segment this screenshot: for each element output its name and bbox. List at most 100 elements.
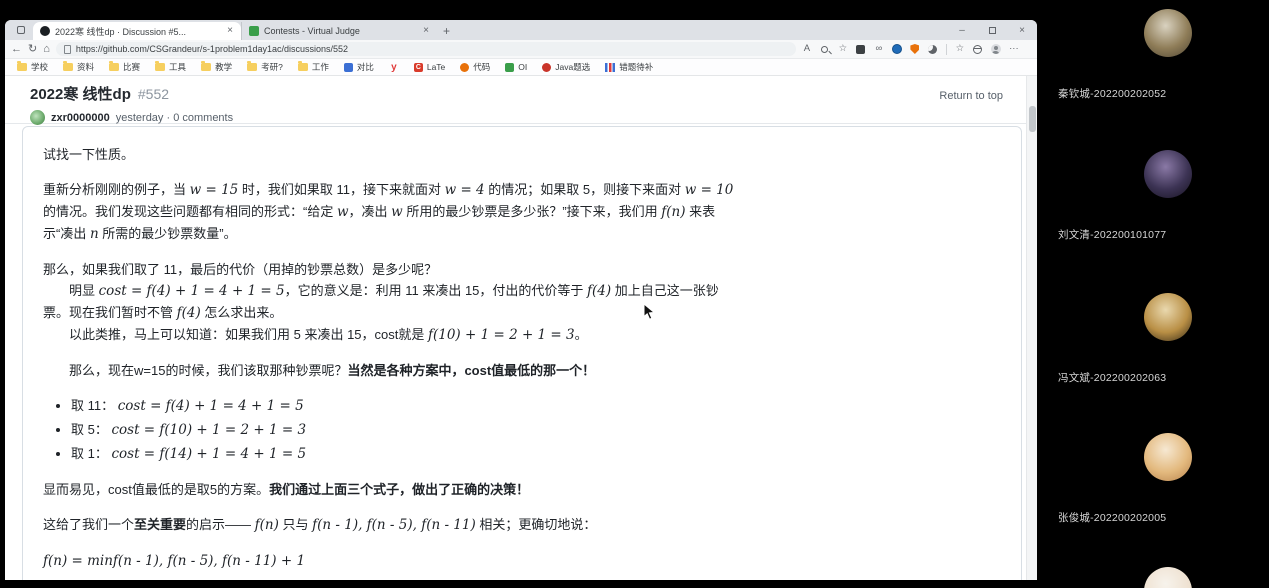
bookmark-item[interactable]: 资料 [63, 61, 94, 73]
discussion-body-card: 试找一下性质。 重新分析刚刚的例子，当 w = 15 时，我们如果取 11，接下来… [22, 126, 1022, 580]
discussion-paragraph: f(n) = minf(n - 1), f(n - 5), f(n - 11) … [43, 553, 306, 569]
scrollbar-thumb[interactable] [1029, 106, 1036, 132]
tab-virtual-judge[interactable]: Contests - Virtual Judge × [241, 22, 437, 40]
bookmark-label: 比赛 [123, 62, 141, 72]
site-info-icon[interactable] [63, 44, 71, 54]
discussion-header: 2022寒 线性dp #552 zxr0000000 yesterday · 0… [5, 76, 1037, 125]
bookmark-item[interactable]: y [389, 61, 399, 73]
mouse-cursor [643, 302, 656, 326]
participant-name: 刘文清-202200101077 [1058, 229, 1167, 241]
favorite-star-icon[interactable]: ☆ [838, 44, 848, 54]
bookmark-item[interactable]: OI [505, 62, 527, 72]
read-aloud-icon[interactable]: A [802, 44, 812, 54]
browser-window: 2022寒 线性dp · Discussion #5... × Contests… [5, 20, 1037, 580]
close-button[interactable]: × [1007, 20, 1037, 40]
shield-extension-icon[interactable] [910, 44, 920, 54]
bookmark-favicon: C [413, 62, 423, 72]
refresh-icon[interactable]: ↻ [28, 43, 37, 55]
bookmark-item[interactable]: 工具 [155, 61, 186, 73]
participant-avatar [1144, 433, 1192, 481]
author-name[interactable]: zxr0000000 [51, 112, 110, 124]
author-avatar[interactable] [30, 110, 45, 125]
discussion-list: 取 11： cost = f(4) + 1 = 4 + 1 = 5取 5： co… [43, 395, 743, 465]
page-title: 2022寒 线性dp [30, 86, 131, 103]
discussion-paragraph: 显而易见，cost值最低的是取5的方案。我们通过上面三个式子，做出了正确的决策！ [43, 482, 530, 497]
extension-dark-icon[interactable] [856, 44, 866, 54]
address-bar[interactable]: https://github.com/CSGrandeur/s-1problem… [55, 42, 796, 56]
maximize-button[interactable] [977, 20, 1007, 40]
back-icon[interactable]: ← [11, 43, 22, 55]
bookmark-favicon [542, 62, 552, 72]
tab-close-icon[interactable]: × [226, 26, 234, 36]
tab-github-discussion[interactable]: 2022寒 线性dp · Discussion #5... × [33, 22, 241, 40]
tab-title: Contests - Virtual Judge [264, 26, 360, 36]
bookmark-label: OI [518, 62, 528, 72]
vjudge-logo-icon [249, 26, 259, 36]
post-meta: yesterday · 0 comments [115, 111, 234, 124]
bookmark-item[interactable]: 对比 [343, 61, 374, 73]
favorites-bar-icon[interactable]: ☆ [955, 44, 965, 54]
participant-avatar [1144, 293, 1192, 341]
return-to-top-link[interactable]: Return to top [939, 90, 1003, 102]
toolbar-icon-cluster: A ☆ ∞ ☆ ··· [802, 43, 1019, 55]
bookmark-label: 工作 [311, 62, 329, 72]
discussion-list-item: 取 5： cost = f(10) + 1 = 2 + 1 = 3 [71, 419, 743, 441]
participant-avatar [1144, 567, 1192, 588]
participant-avatar [1144, 150, 1192, 198]
bookmark-item[interactable]: 考研? [247, 61, 283, 73]
bookmark-favicon: y [391, 61, 397, 73]
profile-icon[interactable] [990, 44, 1001, 54]
dark-mode-icon[interactable] [928, 44, 938, 54]
bookmark-item[interactable]: 比赛 [109, 61, 140, 73]
bookmarks-bar: 学校 资料 比赛 工具 教学 考研? 工作 对比 y C LaTe 代码 OI Java题选 错题待补 [5, 59, 1037, 76]
tab-strip: 2022寒 线性dp · Discussion #5... × Contests… [5, 20, 1037, 40]
discussion-paragraph: 那么，现在w=15的时候，我们该取那种钞票呢？当然是各种方案中，cost值最低的… [69, 363, 596, 378]
bookmark-label: 对比 [356, 62, 374, 72]
participant-avatar [1144, 9, 1192, 57]
zoom-page-icon[interactable] [820, 45, 830, 53]
folder-icon [247, 61, 258, 71]
bookmark-favicon [605, 62, 616, 72]
bookmark-label: 错题待补 [619, 62, 654, 72]
participant-name: 秦钦城-202200202052 [1058, 88, 1167, 100]
discussion-list-item: 取 1： cost = f(14) + 1 = 4 + 1 = 5 [71, 443, 743, 465]
bookmark-item[interactable]: 工作 [297, 61, 329, 73]
bookmark-item[interactable]: Java题选 [542, 61, 590, 73]
tab-close-icon[interactable]: × [422, 26, 430, 36]
bookmark-favicon [460, 62, 470, 72]
browser-toolbar: ← ↻ ⌂ https://github.com/CSGrandeur/s-1p… [5, 40, 1037, 59]
bookmark-item[interactable]: 代码 [460, 61, 490, 73]
bookmark-label: 工具 [169, 62, 187, 72]
page-scrollbar[interactable] [1026, 76, 1037, 580]
tab-actions-icon[interactable] [13, 22, 29, 38]
bookmark-item[interactable]: 错题待补 [605, 61, 653, 73]
more-menu-icon[interactable]: ··· [1009, 44, 1019, 54]
extension-blue-icon[interactable] [891, 44, 902, 54]
bookmark-favicon [505, 62, 515, 72]
bookmark-item[interactable]: C LaTe [413, 62, 446, 72]
screen-share-stage: 2022寒 线性dp · Discussion #5... × Contests… [0, 0, 1269, 588]
folder-icon [297, 61, 308, 71]
page-content: 2022寒 线性dp #552 zxr0000000 yesterday · 0… [5, 76, 1037, 580]
home-icon[interactable]: ⌂ [43, 43, 50, 55]
new-tab-button[interactable]: + [443, 25, 450, 37]
folder-icon [201, 61, 212, 71]
folder-icon [109, 61, 120, 71]
tab-title: 2022寒 线性dp · Discussion #5... [55, 26, 187, 37]
discussion-paragraph: 试找一下性质。 [43, 147, 135, 162]
bookmark-label: Java题选 [555, 62, 591, 72]
collections-globe-icon[interactable] [973, 44, 983, 54]
folder-icon [63, 61, 74, 71]
bookmark-label: 教学 [215, 62, 233, 72]
bookmark-label: 代码 [473, 62, 491, 72]
bookmark-label: LaTe [426, 62, 446, 72]
participant-name: 冯文斌-202200202063 [1058, 372, 1167, 384]
infinity-extension-icon[interactable]: ∞ [874, 44, 884, 54]
bookmark-item[interactable]: 教学 [201, 61, 232, 73]
discussion-list-item: 取 11： cost = f(4) + 1 = 4 + 1 = 5 [71, 395, 743, 417]
discussion-paragraph: 那么，如果我们取了 11，最后的代价（用掉的钞票总数）是多少呢？ 明显 cost … [43, 262, 719, 343]
minimize-button[interactable]: – [947, 20, 977, 40]
discussion-body: 试找一下性质。 重新分析刚刚的例子，当 w = 15 时，我们如果取 11，接下来… [43, 144, 743, 580]
participant-name: 张俊城-202200202005 [1058, 512, 1167, 524]
bookmark-item[interactable]: 学校 [17, 61, 48, 73]
